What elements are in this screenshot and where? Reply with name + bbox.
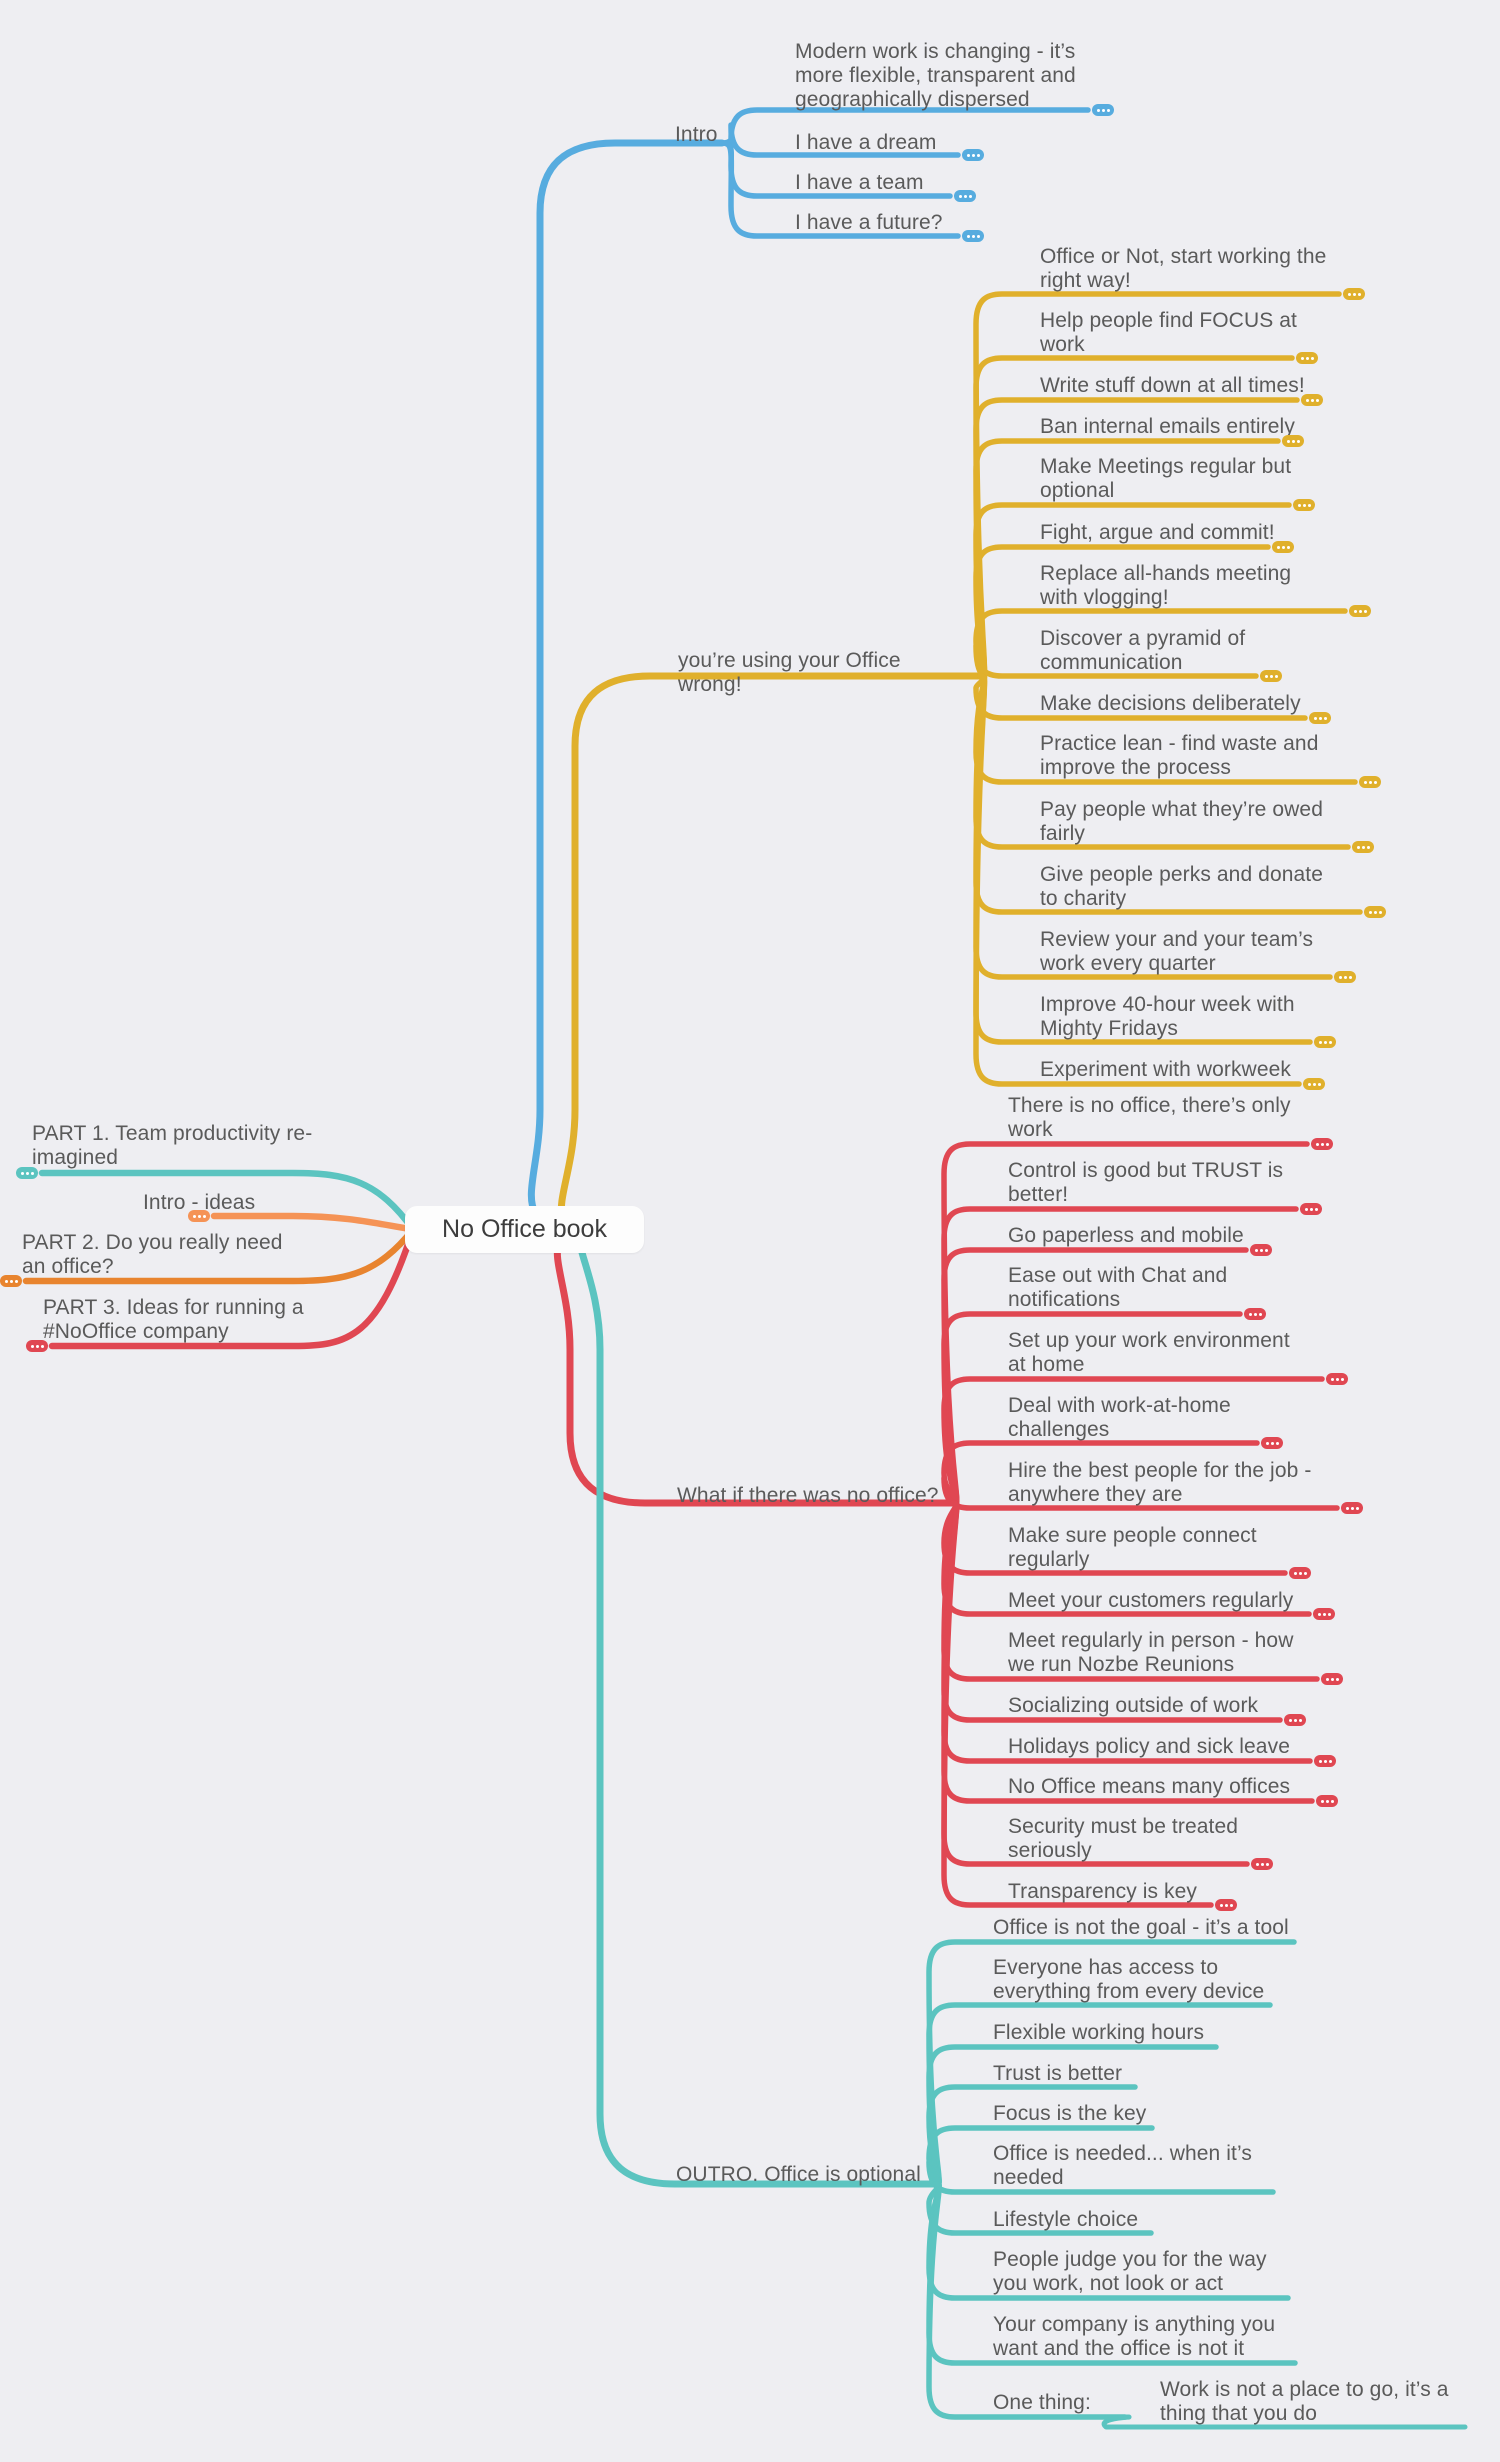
node-label-outro-3[interactable]: Trust is better <box>993 2062 1283 2086</box>
more-badge-icon[interactable] <box>1251 1858 1273 1870</box>
node-label-office-wrong-11[interactable]: Give people perks and donate to charity <box>1040 863 1330 911</box>
node-label-office-wrong-0[interactable]: Office or Not, start working the right w… <box>1040 245 1330 293</box>
more-badge-icon[interactable] <box>1293 499 1315 511</box>
node-label-no-office-10[interactable]: Socializing outside of work <box>1008 1694 1308 1718</box>
node-label-office-wrong-6[interactable]: Replace all-hands meeting with vlogging! <box>1040 562 1330 610</box>
more-badge-icon[interactable] <box>16 1167 38 1179</box>
more-badge-icon[interactable] <box>1314 1755 1336 1767</box>
node-label-intro-2[interactable]: I have a team <box>795 171 1095 195</box>
more-badge-icon[interactable] <box>1296 352 1318 364</box>
branch-label-office-wrong[interactable]: you’re using your Office wrong! <box>678 649 970 697</box>
more-badge-icon[interactable] <box>1284 1714 1306 1726</box>
more-badge-icon[interactable] <box>1289 1567 1311 1579</box>
node-label-outro-4[interactable]: Focus is the key <box>993 2102 1283 2126</box>
node-label-no-office-7[interactable]: Make sure people connect regularly <box>1008 1524 1308 1572</box>
more-badge-icon[interactable] <box>1301 394 1323 406</box>
more-badge-icon[interactable] <box>954 190 976 202</box>
node-label-intro-3[interactable]: I have a future? <box>795 211 1095 235</box>
node-label-no-office-8[interactable]: Meet your customers regularly <box>1008 1589 1308 1613</box>
node-label-no-office-5[interactable]: Deal with work-at-home challenges <box>1008 1394 1308 1442</box>
node-label-outro-9-0[interactable]: Work is not a place to go, it’s a thing … <box>1160 2378 1450 2426</box>
node-label-no-office-3[interactable]: Ease out with Chat and notifications <box>1008 1264 1308 1312</box>
node-label-office-wrong-9[interactable]: Practice lean - find waste and improve t… <box>1040 732 1330 780</box>
node-label-outro-9[interactable]: One thing: <box>993 2391 1113 2415</box>
root-node-label: No Office book <box>442 1215 607 1243</box>
node-label-no-office-4[interactable]: Set up your work environment at home <box>1008 1329 1308 1377</box>
node-label-outro-0[interactable]: Office is not the goal - it’s a tool <box>993 1916 1303 1940</box>
branch-label-part3[interactable]: PART 3. Ideas for running a #NoOffice co… <box>43 1296 333 1344</box>
mindmap-canvas: Intro Modern work is changing - it’s more… <box>0 0 1500 2462</box>
branch-label-intro-ideas[interactable]: Intro - ideas <box>143 1191 353 1215</box>
root-node[interactable]: No Office book <box>405 1206 644 1253</box>
more-badge-icon[interactable] <box>1244 1308 1266 1320</box>
more-badge-icon[interactable] <box>1092 104 1114 116</box>
more-badge-icon[interactable] <box>1250 1244 1272 1256</box>
more-badge-icon[interactable] <box>1261 1437 1283 1449</box>
more-badge-icon[interactable] <box>1314 1036 1336 1048</box>
more-badge-icon[interactable] <box>1334 971 1356 983</box>
more-badge-icon[interactable] <box>1282 435 1304 447</box>
branch-label-outro[interactable]: OUTRO. Office is optional <box>676 2163 921 2187</box>
more-badge-icon[interactable] <box>1343 288 1365 300</box>
more-badge-icon[interactable] <box>1215 1899 1237 1911</box>
node-label-outro-6[interactable]: Lifestyle choice <box>993 2208 1283 2232</box>
node-label-outro-1[interactable]: Everyone has access to everything from e… <box>993 1956 1283 2004</box>
node-label-office-wrong-1[interactable]: Help people find FOCUS at work <box>1040 309 1330 357</box>
more-badge-icon[interactable] <box>1352 841 1374 853</box>
more-badge-icon[interactable] <box>962 230 984 242</box>
more-badge-icon[interactable] <box>26 1340 48 1352</box>
more-badge-icon[interactable] <box>1341 1502 1363 1514</box>
node-label-office-wrong-4[interactable]: Make Meetings regular but optional <box>1040 455 1330 503</box>
more-badge-icon[interactable] <box>188 1210 210 1222</box>
node-label-no-office-13[interactable]: Security must be treated seriously <box>1008 1815 1308 1863</box>
node-label-no-office-12[interactable]: No Office means many offices <box>1008 1775 1308 1799</box>
more-badge-icon[interactable] <box>1359 776 1381 788</box>
more-badge-icon[interactable] <box>1316 1795 1338 1807</box>
branch-label-part1[interactable]: PART 1. Team productivity re-imagined <box>32 1122 322 1170</box>
node-label-no-office-9[interactable]: Meet regularly in person - how we run No… <box>1008 1629 1308 1677</box>
more-badge-icon[interactable] <box>0 1275 22 1287</box>
node-label-office-wrong-12[interactable]: Review your and your team’s work every q… <box>1040 928 1330 976</box>
more-badge-icon[interactable] <box>1300 1203 1322 1215</box>
node-label-outro-8[interactable]: Your company is anything you want and th… <box>993 2313 1283 2361</box>
node-label-office-wrong-13[interactable]: Improve 40-hour week with Mighty Fridays <box>1040 993 1330 1041</box>
more-badge-icon[interactable] <box>1303 1078 1325 1090</box>
node-label-no-office-0[interactable]: There is no office, there’s only work <box>1008 1094 1308 1142</box>
node-label-office-wrong-14[interactable]: Experiment with workweek <box>1040 1058 1330 1082</box>
node-label-office-wrong-2[interactable]: Write stuff down at all times! <box>1040 374 1330 398</box>
node-label-intro-1[interactable]: I have a dream <box>795 131 1095 155</box>
node-label-outro-5[interactable]: Office is needed... when it’s needed <box>993 2142 1283 2190</box>
node-label-office-wrong-8[interactable]: Make decisions deliberately <box>1040 692 1330 716</box>
node-label-outro-7[interactable]: People judge you for the way you work, n… <box>993 2248 1283 2296</box>
node-label-outro-2[interactable]: Flexible working hours <box>993 2021 1283 2045</box>
branch-label-intro[interactable]: Intro <box>675 123 735 147</box>
more-badge-icon[interactable] <box>1321 1673 1343 1685</box>
node-label-office-wrong-7[interactable]: Discover a pyramid of communication <box>1040 627 1330 675</box>
more-badge-icon[interactable] <box>1326 1373 1348 1385</box>
more-badge-icon[interactable] <box>1260 670 1282 682</box>
branch-label-no-office[interactable]: What if there was no office? <box>677 1484 947 1508</box>
more-badge-icon[interactable] <box>962 149 984 161</box>
more-badge-icon[interactable] <box>1364 906 1386 918</box>
branch-label-part2[interactable]: PART 2. Do you really need an office? <box>22 1231 312 1279</box>
node-label-no-office-6[interactable]: Hire the best people for the job - anywh… <box>1008 1459 1318 1507</box>
node-label-intro-0[interactable]: Modern work is changing - it’s more flex… <box>795 40 1095 112</box>
more-badge-icon[interactable] <box>1311 1138 1333 1150</box>
node-label-no-office-14[interactable]: Transparency is key <box>1008 1880 1308 1904</box>
more-badge-icon[interactable] <box>1272 541 1294 553</box>
more-badge-icon[interactable] <box>1349 605 1371 617</box>
node-label-no-office-1[interactable]: Control is good but TRUST is better! <box>1008 1159 1308 1207</box>
node-label-office-wrong-10[interactable]: Pay people what they’re owed fairly <box>1040 798 1330 846</box>
more-badge-icon[interactable] <box>1309 712 1331 724</box>
node-label-no-office-11[interactable]: Holidays policy and sick leave <box>1008 1735 1308 1759</box>
more-badge-icon[interactable] <box>1313 1608 1335 1620</box>
